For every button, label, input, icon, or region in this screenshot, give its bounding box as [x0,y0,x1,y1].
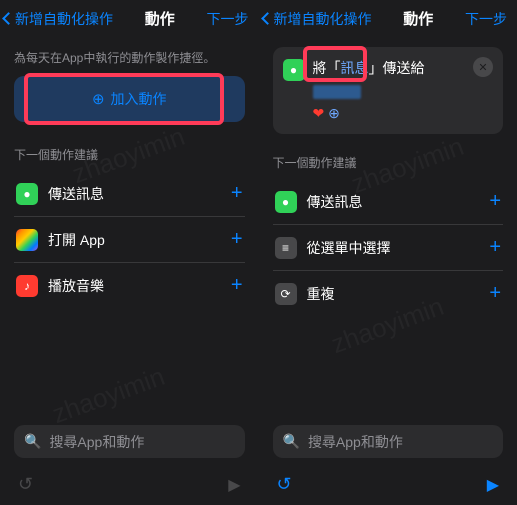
back-button[interactable]: 新增自動化操作 [263,9,372,29]
screen-left: 新增自動化操作 動作 下一步 為每天在App中執行的動作製作捷徑。 ⊕ 加入動作… [0,0,259,505]
app-grid-icon [16,229,38,251]
search-icon: 🔍 [24,433,41,450]
add-action-button[interactable]: ⊕ 加入動作 [14,76,245,122]
back-label: 新增自動化操作 [274,9,372,29]
suggestion-item[interactable]: ≡ 從選單中選擇 + [273,225,504,271]
search-bar[interactable]: 🔍 [14,425,245,458]
chevron-left-icon [2,12,15,25]
suggestion-item[interactable]: ♪ 播放音樂 + [14,263,245,308]
search-input[interactable] [49,434,234,450]
play-icon[interactable]: ▶ [487,475,499,495]
add-plus-icon[interactable]: + [231,228,243,251]
suggestion-label: 從選單中選擇 [307,238,480,258]
music-icon: ♪ [16,275,38,297]
menu-icon: ≡ [275,237,297,259]
chevron-left-icon [261,12,274,25]
undo-icon[interactable]: ↺ [277,474,292,495]
play-icon[interactable]: ▶ [228,475,240,495]
message-icon: ● [16,183,38,205]
header: 新增自動化操作 動作 下一步 [0,0,259,37]
repeat-icon: ⟳ [275,283,297,305]
suggestion-label: 播放音樂 [48,276,221,296]
plus-icon: ⊕ [92,92,105,107]
header-title: 動作 [113,8,207,29]
back-label: 新增自動化操作 [15,9,113,29]
suggestion-item[interactable]: 打開 App + [14,217,245,263]
message-token[interactable]: 訊息 [341,60,369,76]
message-icon: ● [283,59,305,81]
search-icon: 🔍 [283,433,300,450]
search-input[interactable] [308,434,493,450]
suggestion-label: 打開 App [48,230,221,250]
undo-icon[interactable]: ↺ [18,474,33,495]
next-button[interactable]: 下一步 [465,9,507,29]
recipient-blurred [313,85,361,99]
message-icon: ● [275,191,297,213]
add-plus-icon[interactable]: + [231,274,243,297]
close-icon[interactable]: ✕ [473,57,493,77]
section-label: 下一個動作建議 [259,154,517,179]
suggestion-item[interactable]: ● 傳送訊息 + [14,171,245,217]
screen-right: 新增自動化操作 動作 下一步 ● 將「訊息」傳送給 ❤ ⊕ ✕ 下一個動作建議 … [259,0,517,505]
composed-text: 將「訊息」傳送給 ❤ ⊕ [313,57,466,124]
suggestion-label: 傳送訊息 [48,184,221,204]
suggestion-label: 傳送訊息 [307,192,480,212]
bottom-bar: ↺ ▶ [0,466,259,505]
add-recipient-plus[interactable]: ⊕ [328,105,340,121]
header-title: 動作 [372,8,466,29]
suggestion-item[interactable]: ● 傳送訊息 + [273,179,504,225]
composed-action[interactable]: ● 將「訊息」傳送給 ❤ ⊕ ✕ [273,47,504,134]
bottom-bar: ↺ ▶ [259,466,517,505]
suggestion-list: ● 傳送訊息 + ≡ 從選單中選擇 + ⟳ 重複 + [259,179,517,316]
add-plus-icon[interactable]: + [489,282,501,305]
search-bar[interactable]: 🔍 [273,425,504,458]
add-plus-icon[interactable]: + [489,190,501,213]
hint-text: 為每天在App中執行的動作製作捷徑。 [0,37,259,76]
add-plus-icon[interactable]: + [489,236,501,259]
section-label: 下一個動作建議 [0,146,259,171]
add-action-label: 加入動作 [111,89,167,109]
suggestion-item[interactable]: ⟳ 重複 + [273,271,504,316]
heart-icon: ❤ [313,105,325,121]
back-button[interactable]: 新增自動化操作 [4,9,113,29]
add-plus-icon[interactable]: + [231,182,243,205]
header: 新增自動化操作 動作 下一步 [259,0,517,37]
suggestion-label: 重複 [307,284,480,304]
suggestion-list: ● 傳送訊息 + 打開 App + ♪ 播放音樂 + [0,171,259,308]
next-button[interactable]: 下一步 [207,9,249,29]
